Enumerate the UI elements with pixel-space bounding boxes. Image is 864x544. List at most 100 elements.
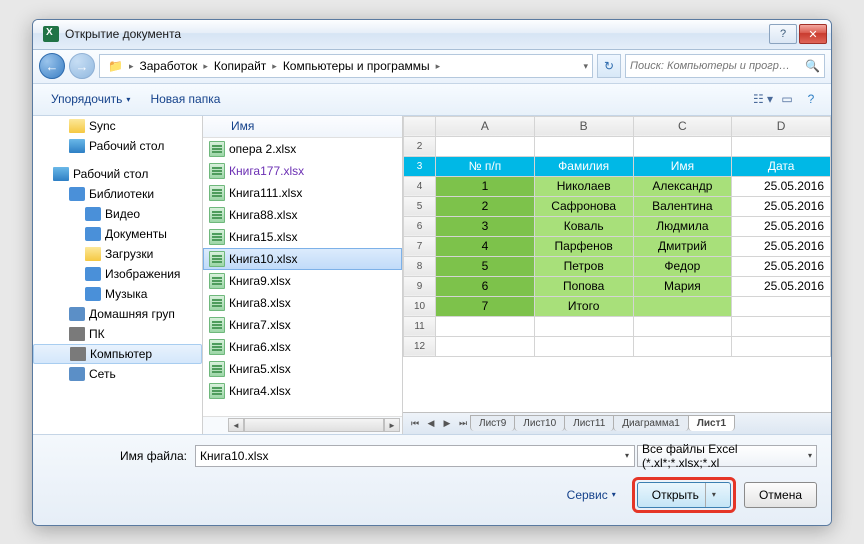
excel-icon [43, 26, 59, 42]
view-options-button[interactable]: ☷ ▾ [751, 88, 775, 110]
sheet-tab[interactable]: Лист10 [514, 415, 565, 431]
chevron-down-icon[interactable]: ▾ [583, 61, 588, 72]
row-header[interactable]: 11 [404, 316, 436, 336]
row-header[interactable]: 4 [404, 176, 436, 196]
file-item[interactable]: Книга15.xlsx [203, 226, 402, 248]
sheet-tab[interactable]: Лист9 [470, 415, 515, 431]
file-name: Книга8.xlsx [229, 296, 291, 310]
tab-prev-icon[interactable]: ◀ [423, 415, 439, 431]
tab-next-icon[interactable]: ▶ [439, 415, 455, 431]
help-button[interactable]: ? [769, 24, 797, 44]
cell: Петров [534, 256, 633, 276]
scroll-left-icon[interactable]: ◄ [228, 418, 244, 432]
file-item[interactable]: Книга5.xlsx [203, 358, 402, 380]
open-button-highlight: Открыть ▾ [632, 477, 736, 513]
breadcrumb-item[interactable]: Копирайт [210, 57, 270, 75]
tree-item[interactable]: Сеть [33, 364, 202, 384]
row-header[interactable]: 8 [404, 256, 436, 276]
nav-forward-button[interactable]: → [69, 53, 95, 79]
organize-button[interactable]: Упорядочить▾ [41, 88, 140, 110]
tree-item[interactable]: Компьютер [33, 344, 202, 364]
open-button[interactable]: Открыть ▾ [637, 482, 731, 508]
file-item[interactable]: Книга4.xlsx [203, 380, 402, 402]
cell: 25.05.2016 [732, 276, 831, 296]
nav-back-button[interactable]: ← [39, 53, 65, 79]
row-header[interactable]: 7 [404, 236, 436, 256]
chevron-right-icon: ▸ [129, 61, 134, 72]
column-header[interactable]: B [534, 116, 633, 136]
row-header[interactable]: 5 [404, 196, 436, 216]
cell: Попова [534, 276, 633, 296]
row-header[interactable]: 10 [404, 296, 436, 316]
column-header[interactable]: A [436, 116, 535, 136]
filename-input[interactable] [195, 445, 635, 467]
sheet-tab[interactable]: Лист11 [564, 415, 614, 431]
file-item[interactable]: Книга10.xlsx [203, 248, 402, 270]
excel-file-icon [209, 361, 225, 377]
tree-item[interactable]: Загрузки [33, 244, 202, 264]
breadcrumb-item[interactable]: Компьютеры и программы [279, 57, 434, 75]
row-header[interactable]: 12 [404, 336, 436, 356]
tree-item[interactable]: Sync [33, 116, 202, 136]
tools-dropdown[interactable]: Сервис▾ [567, 488, 616, 502]
preview-pane: ABCD23№ п/пФамилияИмяДата41НиколаевАлекс… [403, 116, 831, 434]
file-item[interactable]: опера 2.xlsx [203, 138, 402, 160]
close-button[interactable]: ✕ [799, 24, 827, 44]
file-item[interactable]: Книга9.xlsx [203, 270, 402, 292]
scroll-track[interactable] [244, 418, 384, 432]
tree-item[interactable]: Домашняя груп [33, 304, 202, 324]
cell: 25.05.2016 [732, 196, 831, 216]
scroll-right-icon[interactable]: ► [384, 418, 400, 432]
row-header[interactable]: 3 [404, 156, 436, 176]
column-header[interactable]: C [633, 116, 732, 136]
filetype-dropdown[interactable]: Все файлы Excel (*.xl*;*.xlsx;*.xl ▾ [637, 445, 817, 467]
file-item[interactable]: Книга88.xlsx [203, 204, 402, 226]
breadcrumb[interactable]: 📁 ▸ Заработок ▸ Копирайт ▸ Компьютеры и … [99, 54, 593, 78]
help-icon[interactable]: ? [799, 88, 823, 110]
breadcrumb-item[interactable]: Заработок [135, 57, 201, 75]
file-name: Книга4.xlsx [229, 384, 291, 398]
file-list[interactable]: опера 2.xlsxКнига177.xlsxКнига111.xlsxКн… [203, 138, 402, 416]
tree-item[interactable]: Библиотеки [33, 184, 202, 204]
column-header[interactable]: D [732, 116, 831, 136]
file-item[interactable]: Книга111.xlsx [203, 182, 402, 204]
folder-icon [69, 307, 85, 321]
tree-item[interactable]: Документы [33, 224, 202, 244]
cell: Коваль [534, 216, 633, 236]
file-item[interactable]: Книга7.xlsx [203, 314, 402, 336]
cell: Мария [633, 276, 732, 296]
refresh-button[interactable]: ↻ [597, 54, 621, 78]
tree-item[interactable]: Видео [33, 204, 202, 224]
tree-item-label: Документы [105, 227, 167, 241]
sheet-tab[interactable]: Лист1 [688, 415, 735, 431]
tree-item[interactable]: Рабочий стол [33, 164, 202, 184]
file-item[interactable]: Книга177.xlsx [203, 160, 402, 182]
chevron-right-icon: ▸ [436, 61, 441, 72]
cell: № п/п [436, 156, 535, 176]
tree-item[interactable]: ПК [33, 324, 202, 344]
file-column-header[interactable]: Имя [203, 116, 402, 138]
chevron-down-icon[interactable]: ▾ [705, 483, 716, 507]
tree-item-label: Рабочий стол [89, 139, 164, 153]
new-folder-button[interactable]: Новая папка [140, 88, 230, 110]
folder-tree[interactable]: SyncРабочий столРабочий столБиблиотекиВи… [33, 116, 203, 434]
search-box[interactable]: 🔍 [625, 54, 825, 78]
tree-item[interactable]: Рабочий стол [33, 136, 202, 156]
cell: 25.05.2016 [732, 236, 831, 256]
tree-item-label: Музыка [105, 287, 147, 301]
sheet-tab[interactable]: Диаграмма1 [613, 415, 689, 431]
row-header[interactable]: 2 [404, 136, 436, 156]
preview-pane-button[interactable]: ▭ [775, 88, 799, 110]
file-item[interactable]: Книга8.xlsx [203, 292, 402, 314]
tab-last-icon[interactable]: ⏭ [455, 415, 471, 431]
row-header[interactable]: 6 [404, 216, 436, 236]
tab-first-icon[interactable]: ⏮ [407, 415, 423, 431]
cancel-button[interactable]: Отмена [744, 482, 817, 508]
file-item[interactable]: Книга6.xlsx [203, 336, 402, 358]
tree-item[interactable]: Изображения [33, 264, 202, 284]
chevron-down-icon[interactable]: ▾ [625, 451, 629, 460]
cell: Дата [732, 156, 831, 176]
search-input[interactable] [630, 60, 801, 72]
row-header[interactable]: 9 [404, 276, 436, 296]
tree-item[interactable]: Музыка [33, 284, 202, 304]
